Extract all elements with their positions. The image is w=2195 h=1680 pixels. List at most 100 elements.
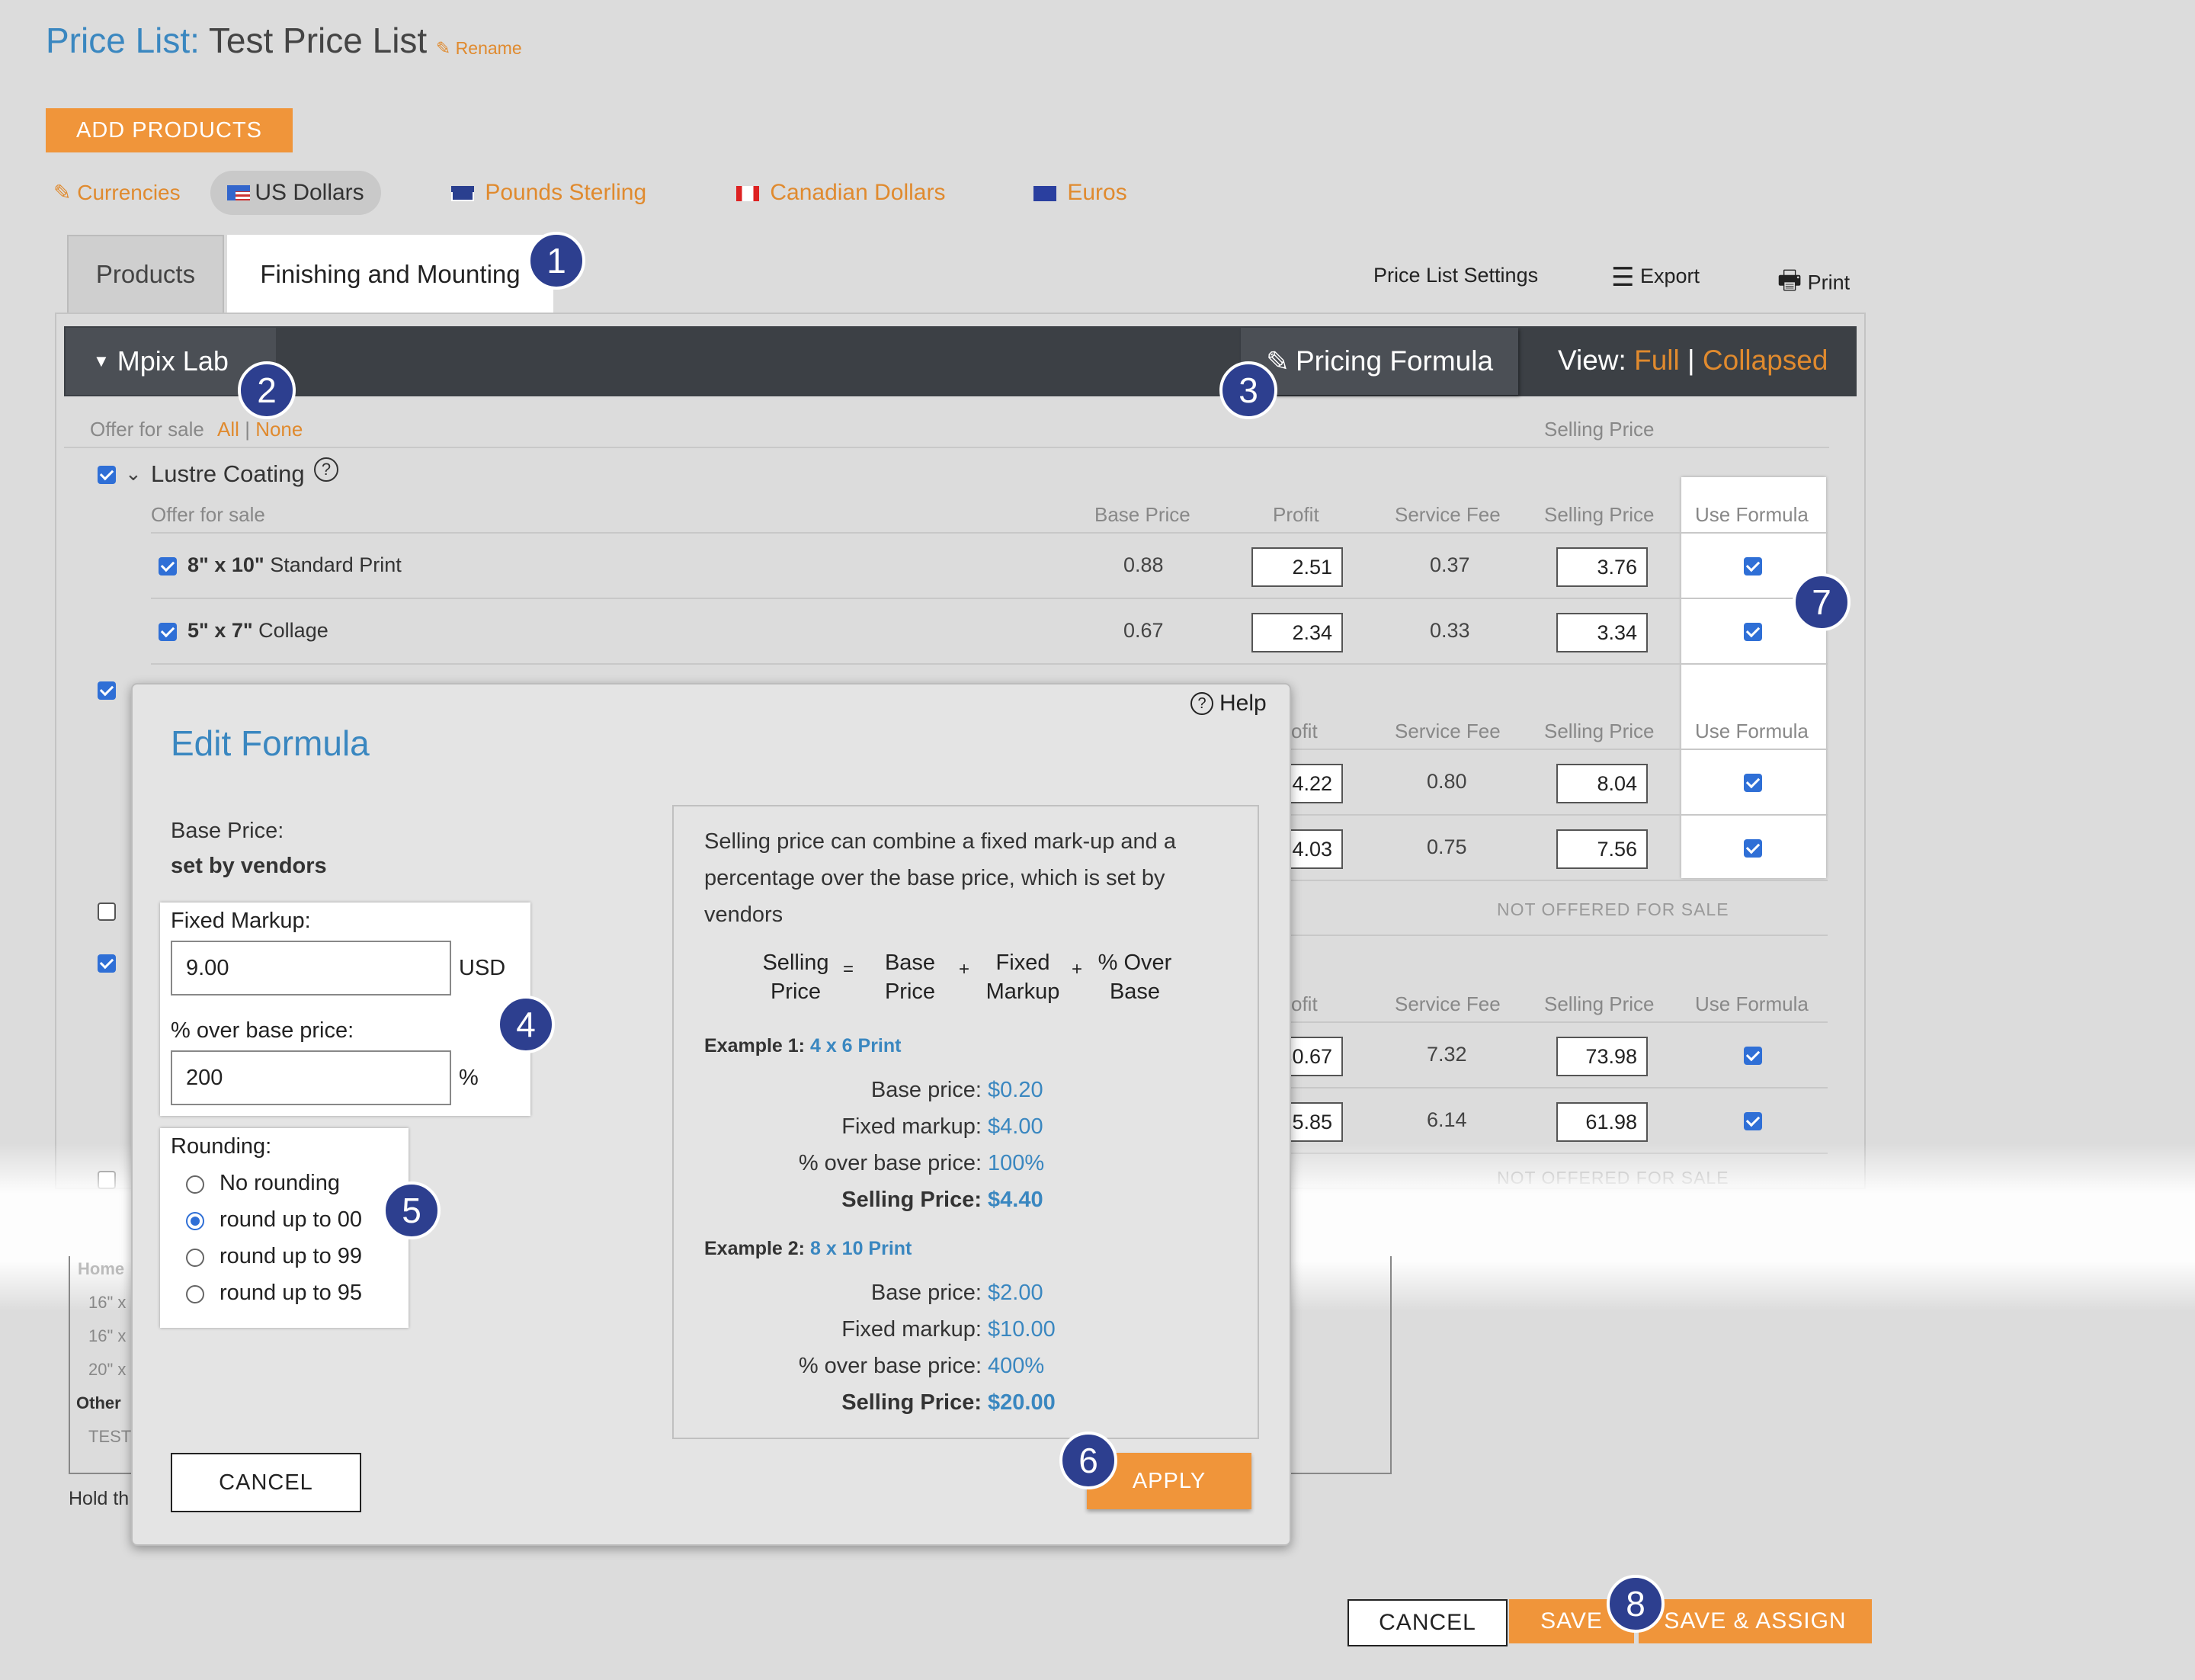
group-checkbox[interactable]: [98, 954, 116, 973]
pricing-formula-button[interactable]: ✎ Pricing Formula: [1241, 328, 1518, 395]
price-list-settings-link[interactable]: Price List Settings: [1373, 264, 1538, 287]
title-prefix: Price List:: [46, 21, 200, 60]
fixed-markup-input[interactable]: 9.00: [171, 941, 451, 995]
selling-price-input[interactable]: 73.98: [1556, 1037, 1648, 1076]
selling-price-input[interactable]: 61.98: [1556, 1102, 1648, 1142]
tab-label: Products: [95, 260, 196, 288]
group-checkbox[interactable]: [98, 466, 116, 484]
divider: [1288, 1087, 1828, 1088]
explanation-text: Selling price can combine a fixed mark-u…: [704, 829, 1176, 927]
select-none-link[interactable]: None: [255, 418, 303, 441]
list-item: TEST: [88, 1427, 132, 1446]
row-checkbox[interactable]: [159, 557, 177, 575]
group-checkbox[interactable]: [98, 681, 116, 700]
cancel-button[interactable]: CANCEL: [1347, 1599, 1508, 1646]
column-selling-price: Selling Price: [1544, 503, 1655, 526]
callout-badge-8: 8: [1607, 1575, 1665, 1633]
service-fee: 0.80: [1427, 770, 1467, 793]
service-fee: 0.75: [1427, 835, 1467, 858]
currency-tab-eur[interactable]: Euros: [1033, 180, 1127, 206]
view-collapsed-link[interactable]: Collapsed: [1703, 345, 1828, 376]
help-link[interactable]: ? Help: [1190, 691, 1267, 717]
currency-label: Pounds Sterling: [485, 180, 647, 205]
save-assign-button[interactable]: SAVE & ASSIGN: [1639, 1599, 1872, 1643]
product-label: Standard Print: [270, 553, 402, 576]
divider: [1288, 749, 1828, 750]
help-icon[interactable]: ?: [314, 457, 338, 482]
use-formula-checkbox[interactable]: [1744, 557, 1762, 575]
column-profit: ofit: [1291, 720, 1318, 742]
chevron-down-icon[interactable]: ⌄: [125, 462, 142, 486]
profit-input[interactable]: 2.51: [1251, 547, 1343, 587]
eq-operator: =: [843, 959, 854, 979]
example-2-rows: Base price: $2.00 Fixed markup: $10.00 % o…: [798, 1281, 1056, 1415]
use-formula-checkbox[interactable]: [1744, 1047, 1762, 1065]
callout-badge-5: 5: [383, 1181, 441, 1239]
column-selling-price: Selling Price: [1544, 720, 1655, 742]
select-all-link[interactable]: All: [217, 418, 239, 441]
view-full-link[interactable]: Full: [1634, 345, 1680, 376]
export-link[interactable]: ☰ Export: [1611, 262, 1700, 293]
rename-link[interactable]: ✎ Rename: [436, 38, 522, 59]
tab-finishing-mounting[interactable]: Finishing and Mounting: [227, 235, 553, 314]
print-label: Print: [1807, 271, 1851, 294]
currency-tab-gbp[interactable]: Pounds Sterling: [451, 180, 646, 206]
rounding-radio-00[interactable]: [186, 1212, 204, 1230]
divider: [64, 447, 1829, 448]
example-1-title: Example 1: 4 x 6 Print: [704, 1035, 902, 1056]
selling-price-input[interactable]: 8.04: [1556, 764, 1648, 803]
rounding-label: Rounding:: [171, 1134, 272, 1159]
pencil-icon: ✎: [53, 181, 72, 204]
help-icon: ?: [1190, 692, 1213, 715]
menu-icon: ☰: [1611, 263, 1635, 292]
currency-label: Euros: [1067, 180, 1127, 205]
dialog-cancel-button[interactable]: CANCEL: [171, 1453, 361, 1512]
offer-label: Offer for sale: [90, 418, 204, 441]
rounding-radio-95[interactable]: [186, 1285, 204, 1303]
help-glyph: ?: [321, 460, 332, 479]
percent-over-input[interactable]: 200: [171, 1050, 451, 1105]
tab-label: Finishing and Mounting: [260, 260, 521, 288]
title-name: Test Price List: [208, 21, 428, 60]
column-base-price: Base Price: [1094, 503, 1190, 526]
row-checkbox[interactable]: [159, 623, 177, 641]
us-flag-icon: [227, 185, 251, 200]
tab-products[interactable]: Products: [67, 235, 224, 314]
service-fee: 0.37: [1430, 553, 1470, 576]
use-formula-checkbox[interactable]: [1744, 774, 1762, 792]
eq-percent-over-base: % Over Base: [1098, 951, 1172, 1004]
use-formula-checkbox[interactable]: [1744, 623, 1762, 641]
selling-price-input[interactable]: 7.56: [1556, 829, 1648, 869]
markup-group: Fixed Markup: 9.00 USD % over base price…: [160, 903, 530, 1116]
currency-label: US Dollars: [255, 180, 364, 205]
print-link[interactable]: 🖶 Print: [1777, 262, 1850, 306]
base-price-value: set by vendors: [171, 854, 327, 878]
divider: [151, 532, 1828, 534]
group-checkbox[interactable]: [98, 903, 116, 921]
selling-price-input[interactable]: 3.34: [1556, 613, 1648, 652]
use-formula-checkbox[interactable]: [1744, 1112, 1762, 1130]
eu-flag-icon: [1033, 186, 1056, 202]
column-use-formula: Use Formula: [1695, 992, 1809, 1015]
column-offer: Offer for sale: [151, 503, 265, 526]
eq-selling-price: Selling Price: [762, 951, 829, 1004]
currencies-edit[interactable]: ✎ Currencies: [53, 180, 181, 205]
profit-input[interactable]: 2.34: [1251, 613, 1343, 652]
list-header-other: Other: [76, 1393, 121, 1412]
selling-price-input[interactable]: 3.76: [1556, 547, 1648, 587]
currency-tab-cad[interactable]: Canadian Dollars: [736, 180, 945, 206]
rounding-group: Rounding: No rounding round up to 00 rou…: [160, 1128, 409, 1328]
column-use-formula: Use Formula: [1695, 720, 1809, 742]
column-service-fee: Service Fee: [1395, 992, 1501, 1015]
currency-tab-usd[interactable]: US Dollars: [210, 171, 381, 215]
column-service-fee: Service Fee: [1395, 720, 1501, 742]
column-use-formula: Use Formula: [1695, 503, 1809, 526]
use-formula-checkbox[interactable]: [1744, 839, 1762, 858]
rounding-radio-none[interactable]: [186, 1175, 204, 1194]
view-label: View:: [1558, 345, 1626, 376]
rounding-radio-99[interactable]: [186, 1249, 204, 1267]
eq-operator: +: [959, 959, 970, 979]
base-price-label: Base Price:: [171, 819, 284, 843]
add-products-button[interactable]: ADD PRODUCTS: [46, 108, 293, 152]
selling-price-header: Selling Price: [1544, 418, 1655, 441]
